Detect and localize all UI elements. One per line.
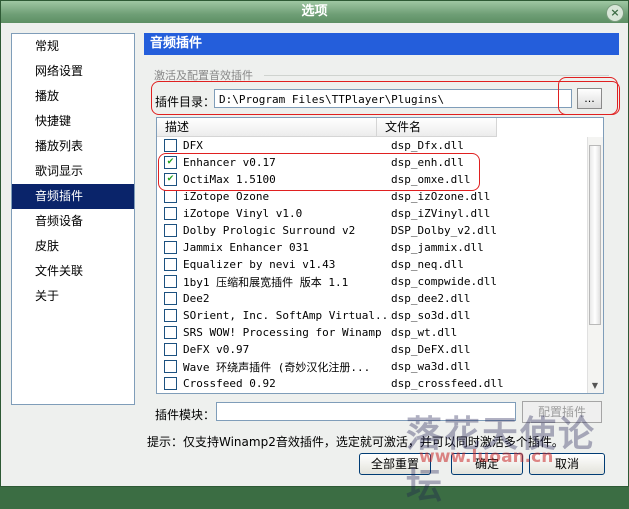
group-label: 激活及配置音效插件 (154, 69, 253, 82)
checkbox[interactable] (164, 207, 177, 220)
panel-header: 音频插件 (144, 33, 619, 55)
plugin-name: OctiMax 1.5100 (183, 173, 276, 186)
plugin-file: dsp_so3d.dll (391, 309, 471, 322)
title-bar[interactable]: 选项 × (1, 1, 628, 23)
sidebar-item[interactable]: 皮肤 (12, 234, 134, 259)
browse-button[interactable]: ... (577, 88, 602, 109)
plugin-name: DeFX v0.97 (183, 343, 250, 356)
plugin-name: Crossfeed 0.92 (183, 377, 276, 390)
plugin-file: dsp_wa3d.dll (391, 360, 471, 373)
sidebar-item[interactable]: 播放 (12, 84, 134, 109)
checkbox[interactable] (164, 224, 177, 237)
checkbox[interactable] (164, 241, 177, 254)
column-description[interactable]: 描述 (157, 118, 377, 137)
scroll-thumb[interactable] (589, 145, 601, 325)
column-filename[interactable]: 文件名 (377, 118, 497, 137)
sidebar: 常规 网络设置 播放 快捷键 播放列表 歌词显示 音频插件 音频设备 皮肤 文件关联 关于 (11, 33, 135, 405)
plugin-name: Wave 环绕声插件 (奇妙汉化注册... (183, 360, 371, 374)
plugin-row[interactable]: Jammix Enhancer 031 dsp_jammix.dll (157, 239, 589, 256)
plugin-row[interactable]: SRS WOW! Processing for Winamp dsp_wt.dll (157, 324, 589, 341)
scroll-down-icon[interactable]: ▼ (589, 380, 601, 392)
vertical-scrollbar[interactable]: ▼ (587, 137, 603, 393)
list-header: 描述 文件名 (157, 118, 603, 137)
plugin-row[interactable]: DeFX v0.97 dsp_DeFX.dll (157, 341, 589, 358)
plugin-name: Enhancer v0.17 (183, 156, 276, 169)
plugin-file: dsp_iZVinyl.dll (391, 207, 491, 220)
plugin-row[interactable]: 1by1 压缩和展宽插件 版本 1.1 dsp_compwide.dll (157, 273, 589, 290)
plugin-name: 1by1 压缩和展宽插件 版本 1.1 (183, 275, 349, 289)
plugin-name: Jammix Enhancer 031 (183, 241, 309, 254)
group-divider (264, 75, 609, 76)
plugin-file: DSP_Dolby_v2.dll (391, 224, 497, 237)
close-icon[interactable]: × (606, 4, 624, 22)
plugin-name: SOrient, Inc. SoftAmp Virtual... (183, 309, 391, 322)
plugin-row[interactable]: iZotope Vinyl v1.0 dsp_iZVinyl.dll (157, 205, 589, 222)
sidebar-item[interactable]: 歌词显示 (12, 159, 134, 184)
plugin-row[interactable]: SOrient, Inc. SoftAmp Virtual... dsp_so3d… (157, 307, 589, 324)
plugin-name: Equalizer by nevi v1.43 (183, 258, 336, 271)
plugin-name: Dee2 (183, 292, 210, 305)
plugin-file: dsp_compwide.dll (391, 275, 497, 288)
plugin-row[interactable]: Equalizer by nevi v1.43 dsp_neq.dll (157, 256, 589, 273)
plugin-name: Dolby Prologic Surround v2 (183, 224, 356, 237)
sidebar-item[interactable]: 音频插件 (12, 184, 134, 209)
checkbox-checked[interactable]: ✔ (164, 156, 177, 169)
plugin-list: 描述 文件名 DFX dsp_Dfx.dll ✔ Enhancer v0.17 dsp_… (156, 117, 604, 394)
checkbox[interactable] (164, 309, 177, 322)
plugin-row[interactable]: Wave 环绕声插件 (奇妙汉化注册... dsp_wa3d.dll (157, 358, 589, 375)
plugin-row[interactable]: ✔ OctiMax 1.5100 dsp_omxe.dll (157, 171, 589, 188)
checkbox[interactable] (164, 275, 177, 288)
options-window: 选项 × 常规 网络设置 播放 快捷键 播放列表 歌词显示 音频插件 音频设备 皮肤 文件关联 关于… (0, 0, 629, 507)
plugin-row[interactable]: ✔ Enhancer v0.17 dsp_enh.dll (157, 154, 589, 171)
checkbox[interactable] (164, 326, 177, 339)
plugin-file: dsp_neq.dll (391, 258, 464, 271)
checkbox[interactable] (164, 343, 177, 356)
checkbox[interactable] (164, 292, 177, 305)
plugin-file: dsp_DeFX.dll (391, 343, 471, 356)
plugin-name: iZotope Vinyl v1.0 (183, 207, 303, 220)
window-title: 选项 (301, 4, 328, 19)
plugin-dir-label: 插件目录： (155, 95, 216, 109)
watermark-url: www.luoan.cn (419, 447, 554, 467)
plugin-rows: DFX dsp_Dfx.dll ✔ Enhancer v0.17 dsp_enh.dll… (157, 137, 589, 392)
sidebar-item[interactable]: 常规 (12, 34, 134, 59)
plugin-file: dsp_enh.dll (391, 156, 464, 169)
sidebar-item[interactable]: 文件关联 (12, 259, 134, 284)
plugin-file: dsp_crossfeed.dll (391, 377, 504, 390)
checkbox-checked[interactable]: ✔ (164, 173, 177, 186)
checkbox[interactable] (164, 377, 177, 390)
plugin-row[interactable]: Crossfeed 0.92 dsp_crossfeed.dll (157, 375, 589, 392)
checkbox[interactable] (164, 360, 177, 373)
sidebar-item[interactable]: 关于 (12, 284, 134, 309)
plugin-row[interactable]: Dee2 dsp_dee2.dll (157, 290, 589, 307)
plugin-name: iZotope Ozone (183, 190, 270, 203)
plugin-row[interactable]: DFX dsp_Dfx.dll (157, 137, 589, 154)
plugin-file: dsp_jammix.dll (391, 241, 484, 254)
sidebar-item[interactable]: 快捷键 (12, 109, 134, 134)
plugin-row[interactable]: iZotope Ozone dsp_izOzone.dll (157, 188, 589, 205)
checkbox[interactable] (164, 139, 177, 152)
audio-plugin-panel: 音频插件 激活及配置音效插件 插件目录： D:\Program Files\TT… (144, 33, 619, 423)
plugin-file: dsp_izOzone.dll (391, 190, 491, 203)
plugin-file: dsp_wt.dll (391, 326, 458, 339)
checkbox[interactable] (164, 190, 177, 203)
plugin-module-label: 插件模块： (155, 408, 216, 422)
sidebar-item[interactable]: 网络设置 (12, 59, 134, 84)
sidebar-item[interactable]: 播放列表 (12, 134, 134, 159)
checkbox[interactable] (164, 258, 177, 271)
plugin-file: dsp_Dfx.dll (391, 139, 464, 152)
plugin-file: dsp_omxe.dll (391, 173, 471, 186)
plugin-file: dsp_dee2.dll (391, 292, 471, 305)
sidebar-item[interactable]: 音频设备 (12, 209, 134, 234)
plugin-dir-input[interactable]: D:\Program Files\TTPlayer\Plugins\ (214, 89, 572, 108)
plugin-name: DFX (183, 139, 203, 152)
plugin-row[interactable]: Dolby Prologic Surround v2 DSP_Dolby_v2.d… (157, 222, 589, 239)
plugin-name: SRS WOW! Processing for Winamp (183, 326, 382, 339)
